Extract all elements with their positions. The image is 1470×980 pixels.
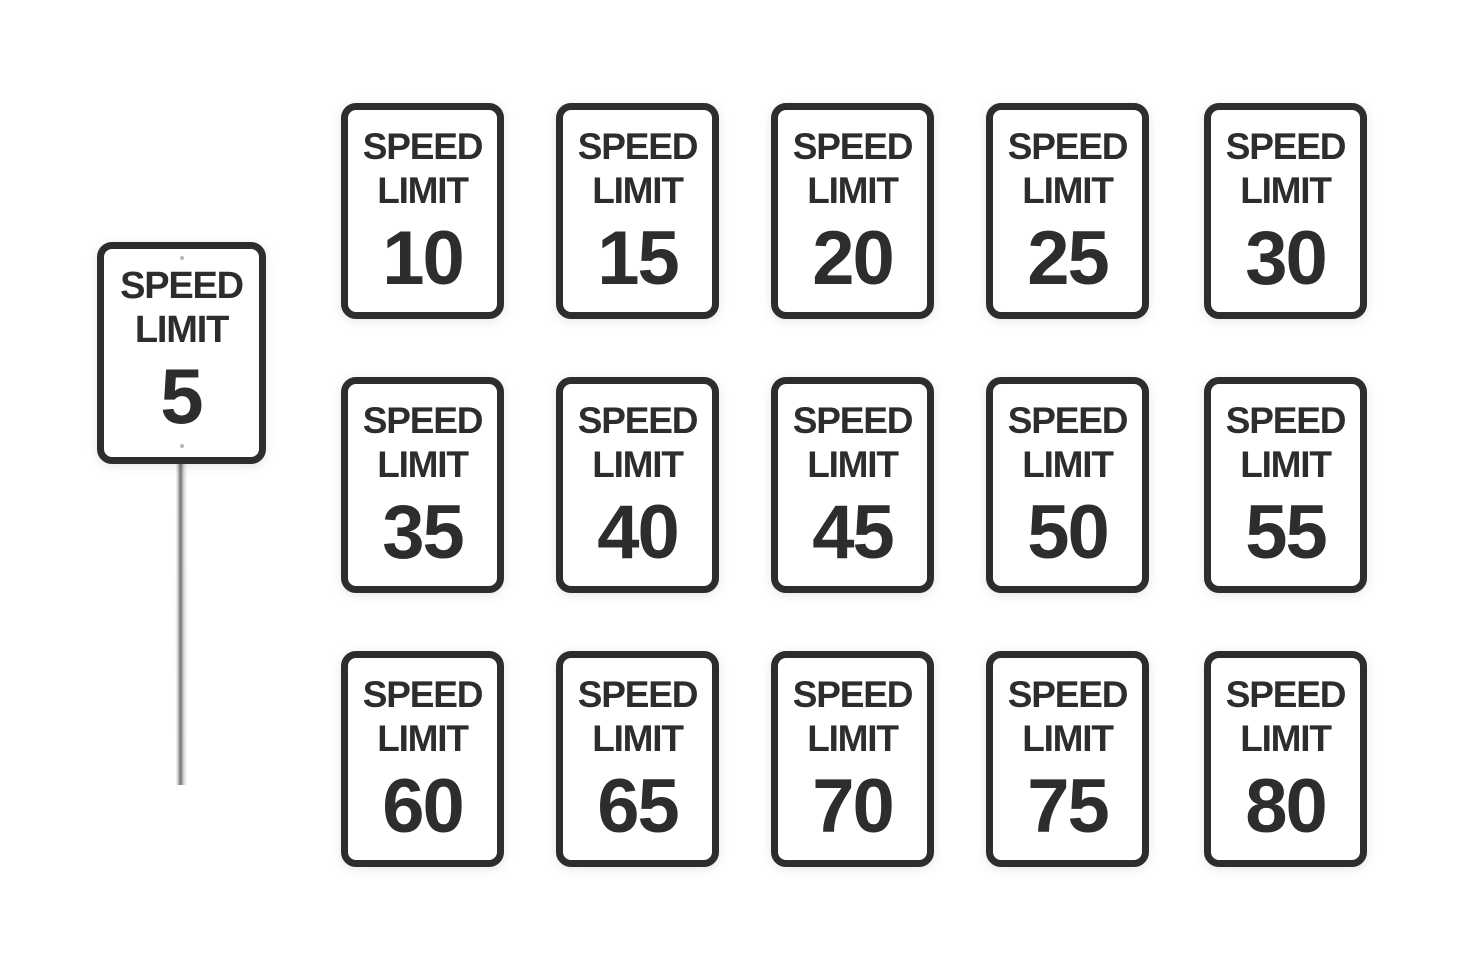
sign-line-limit: LIMIT <box>377 170 469 211</box>
sign-line-limit: LIMIT <box>592 444 684 485</box>
sign-speed-value: 65 <box>597 764 680 849</box>
sign-line-speed: SPEED <box>1007 126 1129 167</box>
sign-line-speed: SPEED <box>1007 400 1129 441</box>
mounting-bolt-bottom-icon <box>179 444 184 448</box>
sign-line-speed: SPEED <box>120 265 244 307</box>
sign-speed-value: 20 <box>812 216 895 301</box>
speed-limit-sign-60[interactable]: SPEED LIMIT 60 <box>341 651 504 867</box>
sign-speed-value: 40 <box>597 490 680 575</box>
sign-speed-value: 55 <box>1245 490 1328 575</box>
speed-limit-sign-55[interactable]: SPEED LIMIT 55 <box>1204 377 1367 593</box>
sign-line-limit: LIMIT <box>377 444 469 485</box>
sign-line-limit: LIMIT <box>1022 170 1114 211</box>
sign-speed-value: 5 <box>160 352 203 440</box>
sign-line-limit: LIMIT <box>1240 170 1332 211</box>
sign-speed-value: 60 <box>382 764 465 849</box>
speed-limit-sign-15[interactable]: SPEED LIMIT 15 <box>556 103 719 319</box>
sign-line-limit: LIMIT <box>377 718 469 759</box>
speed-limit-sign-45[interactable]: SPEED LIMIT 45 <box>771 377 934 593</box>
speed-limit-sign-80[interactable]: SPEED LIMIT 80 <box>1204 651 1367 867</box>
sign-line-speed: SPEED <box>792 674 914 715</box>
sign-line-speed: SPEED <box>1225 400 1347 441</box>
sign-speed-value: 10 <box>382 216 465 301</box>
speed-limit-sign-65[interactable]: SPEED LIMIT 65 <box>556 651 719 867</box>
sign-speed-value: 75 <box>1027 764 1110 849</box>
speed-limit-sign-20[interactable]: SPEED LIMIT 20 <box>771 103 934 319</box>
sign-line-speed: SPEED <box>792 400 914 441</box>
speed-limit-sign-posted[interactable]: SPEED LIMIT 5 <box>97 242 266 464</box>
sign-line-limit: LIMIT <box>1240 718 1332 759</box>
speed-limit-sign-25[interactable]: SPEED LIMIT 25 <box>986 103 1149 319</box>
speed-limit-sign-40[interactable]: SPEED LIMIT 40 <box>556 377 719 593</box>
sign-line-speed: SPEED <box>792 126 914 167</box>
sign-speed-value: 30 <box>1245 216 1328 301</box>
sign-line-speed: SPEED <box>577 400 699 441</box>
sign-line-speed: SPEED <box>362 400 484 441</box>
sign-line-speed: SPEED <box>577 126 699 167</box>
sign-line-speed: SPEED <box>1225 674 1347 715</box>
speed-limit-sign-75[interactable]: SPEED LIMIT 75 <box>986 651 1149 867</box>
sign-line-limit: LIMIT <box>807 170 899 211</box>
sign-speed-value: 25 <box>1027 216 1110 301</box>
sign-speed-value: 45 <box>812 490 895 575</box>
sign-line-limit: LIMIT <box>1240 444 1332 485</box>
mounting-bolt-top-icon <box>179 256 184 260</box>
sign-post <box>176 463 187 785</box>
sign-speed-value: 35 <box>382 490 465 575</box>
sign-line-limit: LIMIT <box>592 170 684 211</box>
speed-limit-sign-10[interactable]: SPEED LIMIT 10 <box>341 103 504 319</box>
sign-line-speed: SPEED <box>577 674 699 715</box>
sign-speed-value: 70 <box>812 764 895 849</box>
speed-limit-sign-70[interactable]: SPEED LIMIT 70 <box>771 651 934 867</box>
sign-speed-value: 15 <box>597 216 680 301</box>
sign-line-limit: LIMIT <box>592 718 684 759</box>
sign-speed-value: 80 <box>1245 764 1328 849</box>
sign-line-limit: LIMIT <box>1022 444 1114 485</box>
speed-limit-sign-30[interactable]: SPEED LIMIT 30 <box>1204 103 1367 319</box>
sign-line-speed: SPEED <box>1225 126 1347 167</box>
sign-line-limit: LIMIT <box>1022 718 1114 759</box>
sign-line-limit: LIMIT <box>807 718 899 759</box>
sign-line-speed: SPEED <box>362 126 484 167</box>
sign-line-limit: LIMIT <box>807 444 899 485</box>
sign-speed-value: 50 <box>1027 490 1110 575</box>
sign-line-speed: SPEED <box>362 674 484 715</box>
sign-line-speed: SPEED <box>1007 674 1129 715</box>
speed-limit-sign-50[interactable]: SPEED LIMIT 50 <box>986 377 1149 593</box>
sign-line-limit: LIMIT <box>134 309 229 351</box>
speed-limit-sign-set: SPEED LIMIT 5 SPEED LIMIT 10 SPEED LIMIT 15 SP… <box>0 0 1470 980</box>
speed-limit-sign-35[interactable]: SPEED LIMIT 35 <box>341 377 504 593</box>
